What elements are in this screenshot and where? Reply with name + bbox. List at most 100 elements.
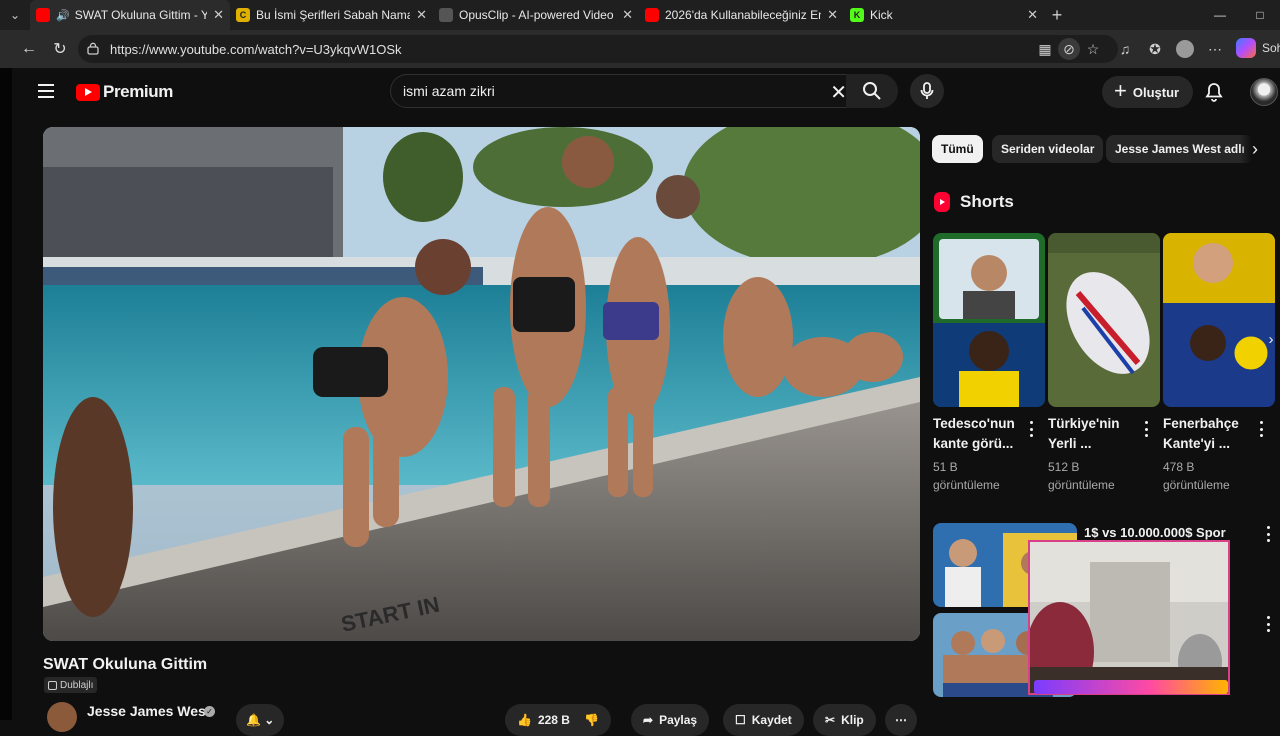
media-control-icon[interactable]: ♫ (1114, 38, 1136, 60)
short-views: 512 Bgörüntüleme (1048, 460, 1115, 492)
filter-chips: Tümü Seriden videolar Jesse James West a… (932, 135, 1272, 165)
shorts-label: Shorts (960, 192, 1014, 211)
tab-close-icon[interactable]: ✕ (827, 7, 838, 23)
webcam-overlay (1028, 540, 1230, 695)
browser-tab[interactable]: 2026'da Kullanabileceğiniz En İyi Ücrets… (639, 0, 844, 30)
scissors-icon: ✂ (825, 713, 836, 727)
microphone-icon (920, 82, 934, 99)
short-card[interactable]: Türkiye'nin Yerli ... 512 Bgörüntüleme (1048, 233, 1160, 492)
tracking-prevention-icon[interactable]: ⊘ (1058, 38, 1080, 60)
new-tab-plus-icon[interactable]: + (1044, 0, 1070, 30)
short-thumbnail[interactable] (1163, 233, 1275, 407)
maximize-icon[interactable]: □ (1240, 0, 1280, 30)
chip-channel[interactable]: Jesse James West adlı (1106, 135, 1254, 163)
voice-search-button[interactable] (910, 74, 944, 108)
browser-tab-bar: ⌄ 🔊 SWAT Okuluna Gittim - YouTube ✕ C Bu İsm… (0, 0, 1280, 30)
tab-close-icon[interactable]: ✕ (622, 7, 633, 23)
subscribe-bell-button[interactable]: 🔔 ⌄ (236, 704, 285, 736)
verified-check-icon: ✓ (204, 706, 215, 717)
tab-close-icon[interactable]: ✕ (1027, 7, 1038, 23)
tab-favicon-icon (645, 8, 659, 22)
dubbed-icon (48, 680, 57, 690)
tab-favicon-icon: K (850, 8, 864, 22)
short-title[interactable]: Türkiye'nin Yerli ... (1048, 414, 1143, 454)
hamburger-menu-icon[interactable] (38, 84, 54, 98)
webcam-frame-bar (1034, 680, 1228, 694)
short-menu-icon[interactable] (1029, 421, 1033, 437)
address-bar-row: ← ↻ https://www.youtube.com/watch?v=U3yk… (0, 30, 1280, 68)
tab-title: Bu İsmi Şerifleri Sabah Namazından Sonra (256, 8, 411, 22)
clip-label: Klip (841, 713, 864, 727)
create-button[interactable]: + Oluştur (1102, 76, 1194, 108)
tab-audio-icon[interactable]: 🔊 (56, 9, 70, 22)
video-player[interactable]: START IN (43, 127, 920, 641)
short-card[interactable]: Tedesco'nun kante görü... 51 Bgörüntülem… (933, 233, 1045, 492)
share-button[interactable]: ➦ Paylaş (631, 704, 710, 736)
more-menu-icon[interactable]: ⋯ (1204, 38, 1226, 60)
short-views: 51 Bgörüntüleme (933, 460, 1000, 492)
url-text: https://www.youtube.com/watch?v=U3ykqvW1… (110, 41, 402, 57)
share-arrow-icon: ➦ (643, 713, 654, 727)
browser-tab[interactable]: OpusClip - AI-powered Video Repurposing ✕ (433, 0, 639, 30)
search-input[interactable]: ismi azam zikri ✕ (390, 74, 860, 108)
related-menu-icon[interactable] (1266, 616, 1270, 632)
tab-title: Kick (870, 8, 893, 22)
thumbs-up-icon: 👍 (517, 713, 532, 727)
dubbed-label: Dublajlı (60, 679, 94, 691)
short-menu-icon[interactable] (1259, 421, 1263, 437)
dislike-icon[interactable]: 👎 (584, 713, 599, 727)
search-query-text: ismi azam zikri (403, 83, 495, 99)
youtube-play-icon (76, 83, 100, 101)
like-count: 228 B (537, 713, 570, 727)
short-menu-icon[interactable] (1144, 421, 1148, 437)
browser-tab[interactable]: K Kick ✕ (844, 0, 1044, 30)
tab-close-icon[interactable]: ✕ (213, 7, 224, 23)
tab-title: OpusClip - AI-powered Video Repurposing (459, 8, 616, 22)
short-card[interactable]: Fenerbahçe Kante'yi ... 478 Bgörüntüleme (1163, 233, 1275, 492)
back-arrow-icon[interactable]: ← (14, 34, 44, 64)
channel-row: Jesse James West ✓ 🔔 ⌄ 👍 228 B 👎 ➦ Payla… (43, 700, 920, 736)
shorts-heading: Shorts (934, 192, 1014, 212)
create-label: Oluştur (1132, 84, 1180, 100)
short-title[interactable]: Fenerbahçe Kante'yi ... (1163, 414, 1258, 454)
related-menu-icon[interactable] (1266, 526, 1270, 542)
clear-search-icon[interactable]: ✕ (830, 80, 847, 105)
favorites-list-icon[interactable]: ✪ (1144, 38, 1166, 60)
minimize-icon[interactable]: — (1200, 0, 1240, 30)
save-icon: ☐ (735, 713, 746, 727)
chips-next-chevron-icon[interactable]: › (1240, 135, 1270, 163)
short-title[interactable]: Tedesco'nun kante görü... (933, 414, 1028, 454)
url-field[interactable]: https://www.youtube.com/watch?v=U3ykqvW1… (78, 35, 1118, 63)
short-thumbnail[interactable] (933, 233, 1045, 407)
account-avatar[interactable] (1250, 78, 1278, 106)
notifications-bell-icon[interactable] (1202, 80, 1226, 104)
copilot-icon (1236, 38, 1256, 58)
tab-title: 2026'da Kullanabileceğiniz En İyi Ücrets… (665, 8, 821, 22)
clip-button[interactable]: ✂ Klip (813, 704, 876, 736)
site-info-icon[interactable] (86, 42, 100, 56)
chip-series[interactable]: Seriden videolar (992, 135, 1104, 163)
browser-tab[interactable]: 🔊 SWAT Okuluna Gittim - YouTube ✕ (30, 0, 230, 30)
shorts-next-chevron-icon[interactable]: › (1262, 328, 1280, 350)
tab-favicon-icon (36, 8, 50, 22)
youtube-header: Premium ismi azam zikri ✕ + Oluştur (12, 68, 1280, 120)
youtube-logo[interactable]: Premium (76, 82, 173, 102)
tab-close-icon[interactable]: ✕ (416, 7, 427, 23)
reload-icon[interactable]: ↻ (45, 34, 75, 64)
search-button[interactable] (846, 74, 898, 108)
save-button[interactable]: ☐ Kaydet (723, 704, 804, 736)
tab-list-chevron-icon[interactable]: ⌄ (0, 0, 30, 30)
channel-avatar[interactable] (47, 702, 77, 732)
favorite-star-icon[interactable]: ☆ (1082, 38, 1104, 60)
channel-name[interactable]: Jesse James West (87, 703, 211, 719)
more-actions-button[interactable]: ⋯ (885, 704, 917, 736)
chip-all[interactable]: Tümü (932, 135, 983, 163)
short-thumbnail[interactable] (1048, 233, 1160, 407)
copilot-button[interactable]: Soh (1236, 38, 1280, 58)
profile-icon[interactable] (1174, 38, 1196, 60)
apps-grid-icon[interactable]: ▦ (1034, 38, 1056, 60)
like-button[interactable]: 👍 228 B 👎 (505, 704, 611, 736)
video-frame: START IN (43, 127, 920, 641)
left-edge-strip (0, 68, 12, 720)
browser-tab[interactable]: C Bu İsmi Şerifleri Sabah Namazından Sonr… (230, 0, 433, 30)
